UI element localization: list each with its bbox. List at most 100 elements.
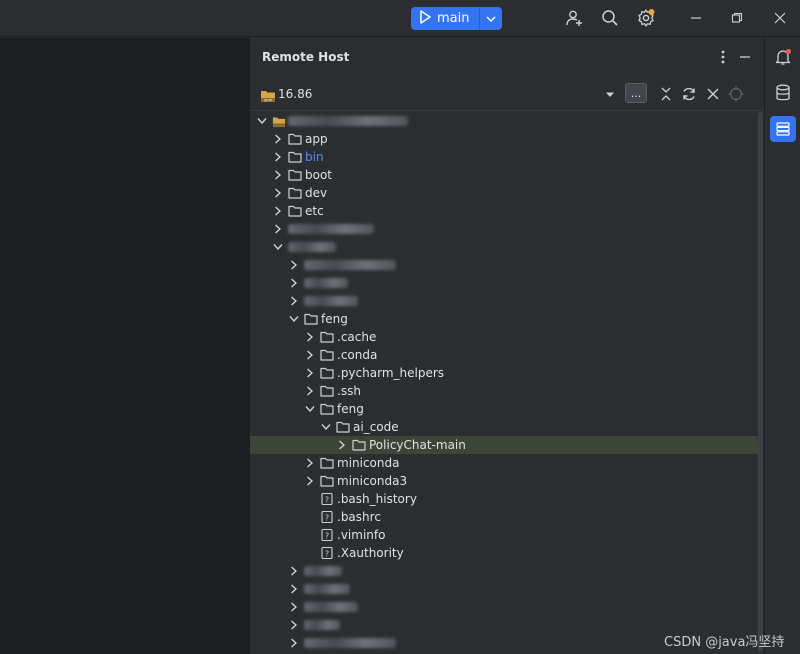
chevron-right-icon[interactable] [288, 275, 300, 291]
database-icon[interactable] [770, 80, 796, 106]
tree-row[interactable] [250, 598, 763, 616]
chevron-right-icon[interactable] [288, 581, 300, 597]
tree-row[interactable] [250, 580, 763, 598]
folder-icon [288, 168, 302, 182]
tree-label: miniconda [337, 456, 400, 470]
tree-scrollbar[interactable] [758, 112, 763, 652]
chevron-down-icon[interactable] [272, 239, 284, 255]
tree-row[interactable]: .conda [250, 346, 763, 364]
settings-icon[interactable] [636, 8, 656, 28]
chevron-right-icon[interactable] [288, 617, 300, 633]
locate-icon [728, 86, 744, 102]
chevron-down-icon[interactable] [256, 113, 268, 129]
tree-label: .bashrc [337, 510, 381, 524]
redacted-text [288, 224, 374, 234]
chevron-right-icon[interactable] [288, 293, 300, 309]
tree-row[interactable]: ? .viminfo [250, 526, 763, 544]
chevron-right-icon[interactable] [304, 455, 316, 471]
redacted-text [288, 116, 408, 126]
redacted-text [304, 278, 348, 288]
tree-row[interactable]: ? .bashrc [250, 508, 763, 526]
minimize-icon[interactable] [686, 8, 706, 28]
hide-panel-icon[interactable] [737, 48, 753, 66]
chevron-right-icon[interactable] [272, 149, 284, 165]
svg-text:?: ? [325, 514, 329, 523]
redacted-text [304, 260, 396, 270]
tree-row-root[interactable] [250, 112, 763, 130]
tree-row[interactable]: app [250, 130, 763, 148]
svg-text:?: ? [325, 550, 329, 559]
svg-text:?: ? [325, 532, 329, 541]
tree-row[interactable]: dev [250, 184, 763, 202]
chevron-down-icon[interactable] [320, 419, 332, 435]
host-dropdown-icon[interactable] [603, 88, 617, 102]
redacted-text [304, 638, 396, 648]
play-icon [419, 9, 431, 28]
chevron-down-icon[interactable] [288, 311, 300, 327]
tree-row-selected[interactable]: PolicyChat-main [250, 436, 763, 454]
chevron-right-icon[interactable] [272, 131, 284, 147]
host-selector[interactable]: SFTP 16.86 ... [250, 82, 765, 108]
tree-row[interactable] [250, 292, 763, 310]
chevron-right-icon[interactable] [304, 473, 316, 489]
tree-row[interactable] [250, 274, 763, 292]
chevron-right-icon[interactable] [272, 221, 284, 237]
run-config-dropdown[interactable] [480, 7, 502, 30]
chevron-right-icon[interactable] [288, 599, 300, 615]
tree-label: boot [305, 168, 333, 182]
run-config-widget[interactable]: main [411, 7, 503, 30]
chevron-right-icon[interactable] [304, 383, 316, 399]
chevron-right-icon[interactable] [288, 635, 300, 651]
tree-row[interactable] [250, 238, 763, 256]
tree-label: miniconda3 [337, 474, 408, 488]
collapse-all-icon[interactable] [658, 86, 674, 102]
refresh-icon[interactable] [681, 86, 697, 102]
tree-row[interactable]: ai_code [250, 418, 763, 436]
title-bar: main [0, 0, 800, 37]
folder-icon [288, 204, 302, 218]
chevron-right-icon[interactable] [272, 167, 284, 183]
tree-row[interactable]: .cache [250, 328, 763, 346]
chevron-right-icon[interactable] [272, 185, 284, 201]
editor-area [0, 38, 249, 654]
browse-button[interactable]: ... [625, 83, 647, 103]
notifications-icon[interactable] [770, 44, 796, 70]
chevron-down-icon[interactable] [304, 401, 316, 417]
close-icon[interactable] [770, 8, 790, 28]
tree-row[interactable]: miniconda3 [250, 472, 763, 490]
tree-row[interactable]: feng [250, 310, 763, 328]
folder-icon [288, 186, 302, 200]
redacted-text [304, 584, 350, 594]
tree-label: .cache [337, 330, 377, 344]
chevron-right-icon[interactable] [336, 437, 348, 453]
tree-row[interactable] [250, 256, 763, 274]
more-options-icon[interactable] [715, 48, 731, 66]
svg-text:?: ? [325, 496, 329, 505]
tree-label: etc [305, 204, 324, 218]
run-button[interactable]: main [411, 7, 479, 30]
sftp-icon [272, 114, 286, 128]
tree-row[interactable]: miniconda [250, 454, 763, 472]
tree-row[interactable]: etc [250, 202, 763, 220]
chevron-right-icon[interactable] [288, 257, 300, 273]
search-icon[interactable] [600, 8, 620, 28]
tree-row[interactable]: bin [250, 148, 763, 166]
chevron-right-icon[interactable] [304, 365, 316, 381]
tree-row[interactable] [250, 220, 763, 238]
chevron-right-icon[interactable] [288, 563, 300, 579]
tree-row[interactable]: .pycharm_helpers [250, 364, 763, 382]
tree-row[interactable]: feng [250, 400, 763, 418]
chevron-right-icon[interactable] [272, 203, 284, 219]
tree-row[interactable]: ? .bash_history [250, 490, 763, 508]
tree-row[interactable]: .ssh [250, 382, 763, 400]
remote-host-icon[interactable] [770, 116, 796, 142]
tree-row[interactable] [250, 562, 763, 580]
tree-row[interactable]: ? .Xauthority [250, 544, 763, 562]
disconnect-icon[interactable] [705, 86, 721, 102]
chevron-right-icon[interactable] [304, 329, 316, 345]
restore-icon[interactable] [727, 8, 747, 28]
chevron-right-icon[interactable] [304, 347, 316, 363]
redacted-text [304, 602, 358, 612]
tree-row[interactable]: boot [250, 166, 763, 184]
add-user-icon[interactable] [564, 8, 584, 28]
